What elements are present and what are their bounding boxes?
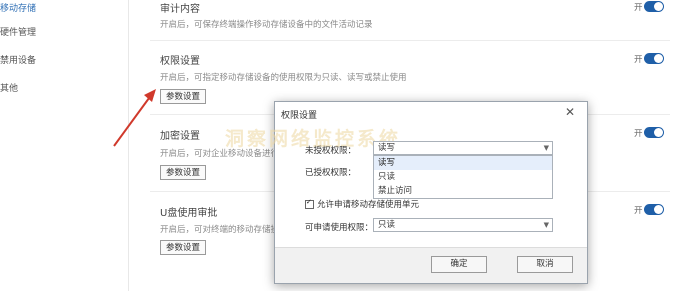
toggle-label: 开: [634, 3, 643, 13]
chevron-down-icon: ▼: [543, 144, 549, 152]
sidebar-item-other[interactable]: 其他: [0, 80, 18, 98]
unauth-permission-select[interactable]: 读写 ▼: [373, 141, 553, 155]
dialog-title: 权限设置: [281, 111, 318, 121]
unauth-permission-value: 读写: [378, 143, 396, 153]
permission-toggle[interactable]: 开: [634, 53, 664, 65]
encryption-title: 加密设置: [160, 131, 200, 142]
permission-desc: 开启后，可指定移动存储设备的使用权限为只读、读写或禁止使用: [160, 73, 407, 83]
ok-button[interactable]: 确定: [431, 256, 487, 273]
sidebar-item-disabled-devices[interactable]: 禁用设备: [0, 52, 36, 70]
toggle-switch[interactable]: [644, 127, 664, 138]
red-arrow-annotation: [113, 89, 156, 147]
apply-permission-label: 可申请使用权限：: [305, 223, 374, 233]
chevron-down-icon: ▼: [543, 221, 549, 229]
divider: [150, 40, 670, 41]
audit-desc: 开启后，可保存终端操作移动存储设备中的文件活动记录: [160, 20, 373, 30]
usb-approval-toggle[interactable]: 开: [634, 204, 664, 216]
toggle-switch[interactable]: [644, 53, 664, 64]
toggle-switch[interactable]: [644, 204, 664, 215]
usb-approval-title: U盘使用审批: [160, 208, 218, 219]
dropdown-option-read-write[interactable]: 读写: [374, 156, 552, 170]
permission-dropdown-list[interactable]: 读写 只读 禁止访问: [373, 155, 553, 199]
apply-permission-value: 只读: [378, 220, 396, 230]
audit-title: 审计内容: [160, 4, 200, 15]
toggle-label: 开: [634, 129, 643, 139]
toggle-label: 开: [634, 206, 643, 216]
encryption-params-button[interactable]: 参数设置: [160, 165, 207, 180]
toggle-label: 开: [634, 55, 643, 65]
toggle-switch[interactable]: [644, 1, 664, 12]
audit-toggle[interactable]: 开: [634, 1, 664, 13]
dialog-footer: 确定 取消: [275, 247, 587, 283]
usb-approval-params-button[interactable]: 参数设置: [160, 240, 207, 255]
sidebar-item-removable-storage[interactable]: 移动存储: [0, 0, 36, 18]
dropdown-option-read-only[interactable]: 只读: [374, 170, 552, 184]
allow-apply-label: 允许申请移动存储使用单元: [317, 200, 420, 210]
sidebar-item-hardware[interactable]: 硬件管理: [0, 24, 36, 42]
apply-permission-select[interactable]: 只读 ▼: [373, 218, 553, 232]
encryption-toggle[interactable]: 开: [634, 127, 664, 139]
usb-approval-desc: 开启后，可对终端的移动存储操: [160, 225, 280, 235]
dropdown-option-no-access[interactable]: 禁止访问: [374, 184, 552, 198]
allow-apply-row[interactable]: 允许申请移动存储使用单元: [305, 198, 419, 210]
auth-permission-label: 已授权权限：: [305, 168, 357, 178]
allow-apply-checkbox[interactable]: [305, 198, 314, 209]
close-icon[interactable]: ✕: [565, 105, 575, 119]
cancel-button[interactable]: 取消: [517, 256, 573, 273]
permission-settings-dialog: 洞察网络监控系统 权限设置 ✕ 未授权权限： 读写 ▼ 读写 只读 禁止访问 已…: [225, 101, 588, 284]
permission-title: 权限设置: [160, 56, 200, 67]
unauth-permission-label: 未授权权限：: [305, 146, 357, 156]
permission-params-button[interactable]: 参数设置: [160, 89, 207, 104]
